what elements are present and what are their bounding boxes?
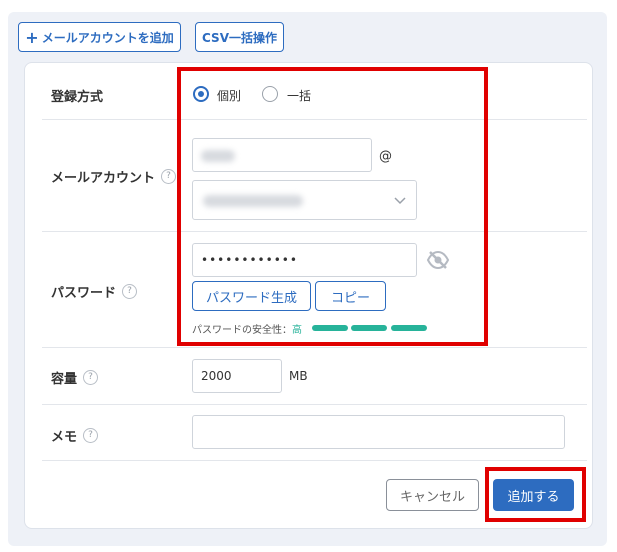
capacity-unit: MB <box>289 369 308 383</box>
help-icon[interactable]: ? <box>83 428 99 443</box>
help-icon[interactable]: ? <box>161 169 177 184</box>
password-label: パスワード ? <box>51 282 138 301</box>
cancel-button[interactable]: キャンセル <box>386 479 479 511</box>
registration-method-label: 登録方式 <box>51 90 104 105</box>
plus-icon: + <box>25 27 39 47</box>
add-mail-account-label: メールアカウントを追加 <box>41 30 174 45</box>
mail-account-label: メールアカウント ? <box>51 167 177 186</box>
highlight-box-submit <box>485 467 586 522</box>
add-mail-account-button[interactable]: + メールアカウントを追加 <box>18 22 181 52</box>
capacity-label: 容量 ? <box>51 368 99 387</box>
capacity-value: 2000 <box>201 369 232 383</box>
memo-label: メモ ? <box>51 426 99 445</box>
highlight-box-fields <box>177 67 488 346</box>
help-icon[interactable]: ? <box>122 284 138 299</box>
csv-bulk-button[interactable]: CSV一括操作 <box>195 22 284 52</box>
help-icon[interactable]: ? <box>83 370 99 385</box>
csv-bulk-label: CSV一括操作 <box>202 30 277 45</box>
row-divider <box>42 347 587 348</box>
row-divider <box>42 460 587 461</box>
row-divider <box>42 404 587 405</box>
capacity-input[interactable]: 2000 <box>192 359 282 393</box>
memo-input[interactable] <box>192 415 565 449</box>
